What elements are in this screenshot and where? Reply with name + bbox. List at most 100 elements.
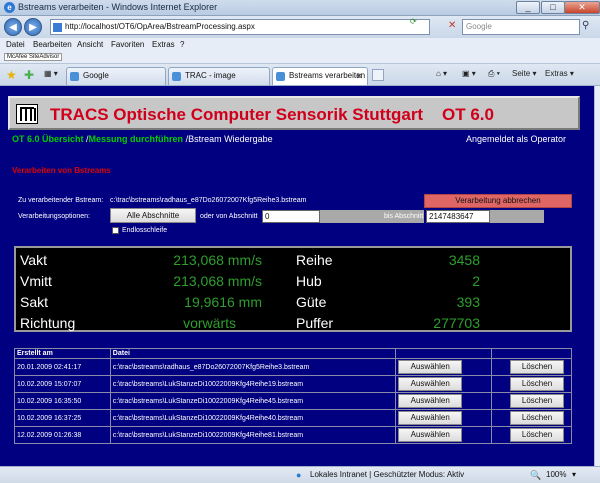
delete-button[interactable]: Löschen [510, 411, 565, 425]
breadcrumb: OT 6.0 Übersicht /Messung durchführen /B… [12, 134, 273, 144]
col-header-file: Datei [109, 348, 397, 359]
minimize-button[interactable]: _ [516, 1, 540, 14]
status-bar: ● Lokales Intranet | Geschützter Modus: … [0, 466, 600, 483]
banner-title: TRACS Optische Computer Sensorik Stuttga… [50, 105, 494, 124]
trac-favicon-icon [172, 72, 181, 81]
stat-hub-value: 2 [472, 273, 480, 289]
stat-hub-label: Hub [296, 273, 322, 289]
quick-tabs-icon[interactable]: ▦ ▾ [44, 69, 58, 78]
login-status: Angemeldet als Operator [466, 134, 567, 144]
stream-label: Zu verarbeitender Bstream: [18, 197, 104, 204]
maximize-button[interactable]: □ [541, 1, 565, 14]
home-icon[interactable]: ⌂ ▾ [436, 69, 447, 78]
row-date: 20.01.2009 02:41:17 [14, 358, 111, 376]
tools-menu-button[interactable]: Extras ▾ [545, 69, 574, 78]
tab-google[interactable]: Google [66, 67, 166, 85]
stat-richtung-label: Richtung [20, 315, 76, 331]
row-date: 10.02.2009 15:07:07 [14, 375, 111, 393]
stat-puffer-value: 277703 [433, 315, 480, 331]
menu-bar: Datei Bearbeiten Ansicht Favoriten Extra… [0, 38, 600, 52]
tracs-logo-icon [16, 104, 38, 124]
feeds-icon[interactable]: ▣ ▾ [462, 69, 476, 78]
page-icon [53, 23, 62, 32]
close-tab-icon[interactable]: ✕ [355, 68, 363, 84]
nav-current: Bstream Wiedergabe [188, 134, 273, 144]
select-button[interactable]: Auswählen [398, 394, 463, 408]
stat-vmitt-value: 213,068 mm/s [173, 273, 262, 289]
stat-puffer-label: Puffer [296, 315, 334, 331]
stat-reihe-label: Reihe [296, 252, 333, 268]
security-zone: Lokales Intranet | Geschützter Modus: Ak… [310, 470, 465, 479]
intranet-icon: ● [296, 470, 302, 480]
address-url: http://localhost/OT6/OpArea/BstreamProce… [65, 22, 255, 31]
nav-measure-link[interactable]: Messung durchführen [89, 134, 184, 144]
table-row: 20.01.2009 02:41:17 c:\trac\bstreams\rad… [14, 358, 572, 376]
table-row: 10.02.2009 16:37:25 c:\trac\bstreams\Luk… [14, 409, 572, 427]
add-favorites-icon[interactable]: ✚ [24, 68, 34, 82]
select-button[interactable]: Auswählen [398, 360, 463, 374]
bstream-table: Erstellt am Datei 20.01.2009 02:41:17 c:… [14, 348, 572, 444]
row-file: c:\trac\bstreams\LukStanzeDi10022009Kfg4… [109, 409, 397, 427]
row-date: 10.02.2009 16:37:25 [14, 409, 111, 427]
stream-path: c:\trac\bstreams\radhaus_e87Do26072007Kf… [110, 197, 307, 204]
col-header-created: Erstellt am [14, 348, 111, 359]
menu-help[interactable]: ? [180, 40, 184, 49]
zoom-dropdown-icon[interactable]: ▾ [572, 470, 576, 479]
menu-ansicht[interactable]: Ansicht [77, 40, 103, 49]
stats-panel: Vakt 213,068 mm/s Vmitt 213,068 mm/s Sak… [14, 246, 572, 332]
page-content: TRACS Optische Computer Sensorik Stuttga… [0, 86, 594, 466]
print-icon[interactable]: ⎙ ▾ [488, 69, 500, 79]
delete-button[interactable]: Löschen [510, 377, 565, 391]
stat-reihe-value: 3458 [448, 252, 480, 268]
select-button[interactable]: Auswählen [398, 377, 463, 391]
to-section-input[interactable]: 2147483647 [426, 210, 490, 223]
search-icon[interactable]: ⚲ [582, 20, 589, 31]
stop-processing-button[interactable]: Verarbeitung abbrechen [424, 194, 572, 208]
nav-overview-link[interactable]: OT 6.0 Übersicht [12, 134, 84, 144]
refresh-icon[interactable]: ⟳ [410, 17, 417, 26]
delete-button[interactable]: Löschen [510, 394, 565, 408]
forward-button[interactable]: ▶ [24, 18, 42, 36]
ie-logo-icon: e [4, 2, 15, 13]
stat-sakt-label: Sakt [20, 294, 49, 310]
window-title-bar: e Bstreams verarbeiten - Windows Interne… [0, 0, 600, 16]
menu-extras[interactable]: Extras [152, 40, 175, 49]
window-title: Bstreams verarbeiten - Windows Internet … [18, 2, 218, 12]
loop-checkbox[interactable] [112, 227, 119, 234]
stat-richtung-value: vorwärts [183, 315, 236, 331]
delete-button[interactable]: Löschen [510, 428, 565, 442]
menu-bearbeiten[interactable]: Bearbeiten [33, 40, 72, 49]
page-menu-button[interactable]: Seite ▾ [512, 69, 536, 78]
from-section-input[interactable]: 0 [262, 210, 320, 223]
menu-datei[interactable]: Datei [6, 40, 25, 49]
from-section-label: oder von Abschnitt [200, 213, 258, 220]
row-file: c:\trac\bstreams\LukStanzeDi10022009Kfg4… [109, 375, 397, 393]
select-button[interactable]: Auswählen [398, 428, 463, 442]
select-button[interactable]: Auswählen [398, 411, 463, 425]
stat-vakt-value: 213,068 mm/s [173, 252, 262, 268]
delete-button[interactable]: Löschen [510, 360, 565, 374]
loop-label: Endlosschleife [122, 227, 168, 234]
stat-guete-label: Güte [296, 294, 327, 310]
mcafee-siteadvisor-button[interactable]: McAfee SiteAdvisor [4, 53, 63, 61]
col-header-delete [491, 348, 572, 359]
tab-bstreams[interactable]: Bstreams verarbeiten ✕ [272, 67, 368, 85]
back-button[interactable]: ◀ [4, 18, 22, 36]
search-input[interactable]: Google [462, 19, 580, 35]
new-tab-button[interactable] [372, 69, 384, 81]
page-favicon-icon [276, 72, 285, 81]
favorites-star-icon[interactable]: ★ [6, 68, 17, 82]
close-window-button[interactable]: ✕ [564, 1, 600, 14]
address-field[interactable]: http://localhost/OT6/OpArea/BstreamProce… [50, 19, 430, 35]
stat-sakt-value: 19,9616 mm [184, 294, 262, 310]
col-header-select [395, 348, 493, 359]
stop-icon[interactable]: ✕ [448, 20, 456, 31]
tab-trac[interactable]: TRAC - image processi... [168, 67, 270, 96]
all-sections-button[interactable]: Alle Abschnitte [110, 208, 196, 223]
scrollbar[interactable] [594, 86, 600, 466]
address-toolbar: ◀ ▶ http://localhost/OT6/OpArea/BstreamP… [0, 16, 600, 38]
menu-favoriten[interactable]: Favoriten [111, 40, 144, 49]
row-date: 12.02.2009 01:26:38 [14, 426, 111, 444]
zoom-level[interactable]: 100% [546, 470, 566, 479]
table-row: 10.02.2009 15:07:07 c:\trac\bstreams\Luk… [14, 375, 572, 393]
